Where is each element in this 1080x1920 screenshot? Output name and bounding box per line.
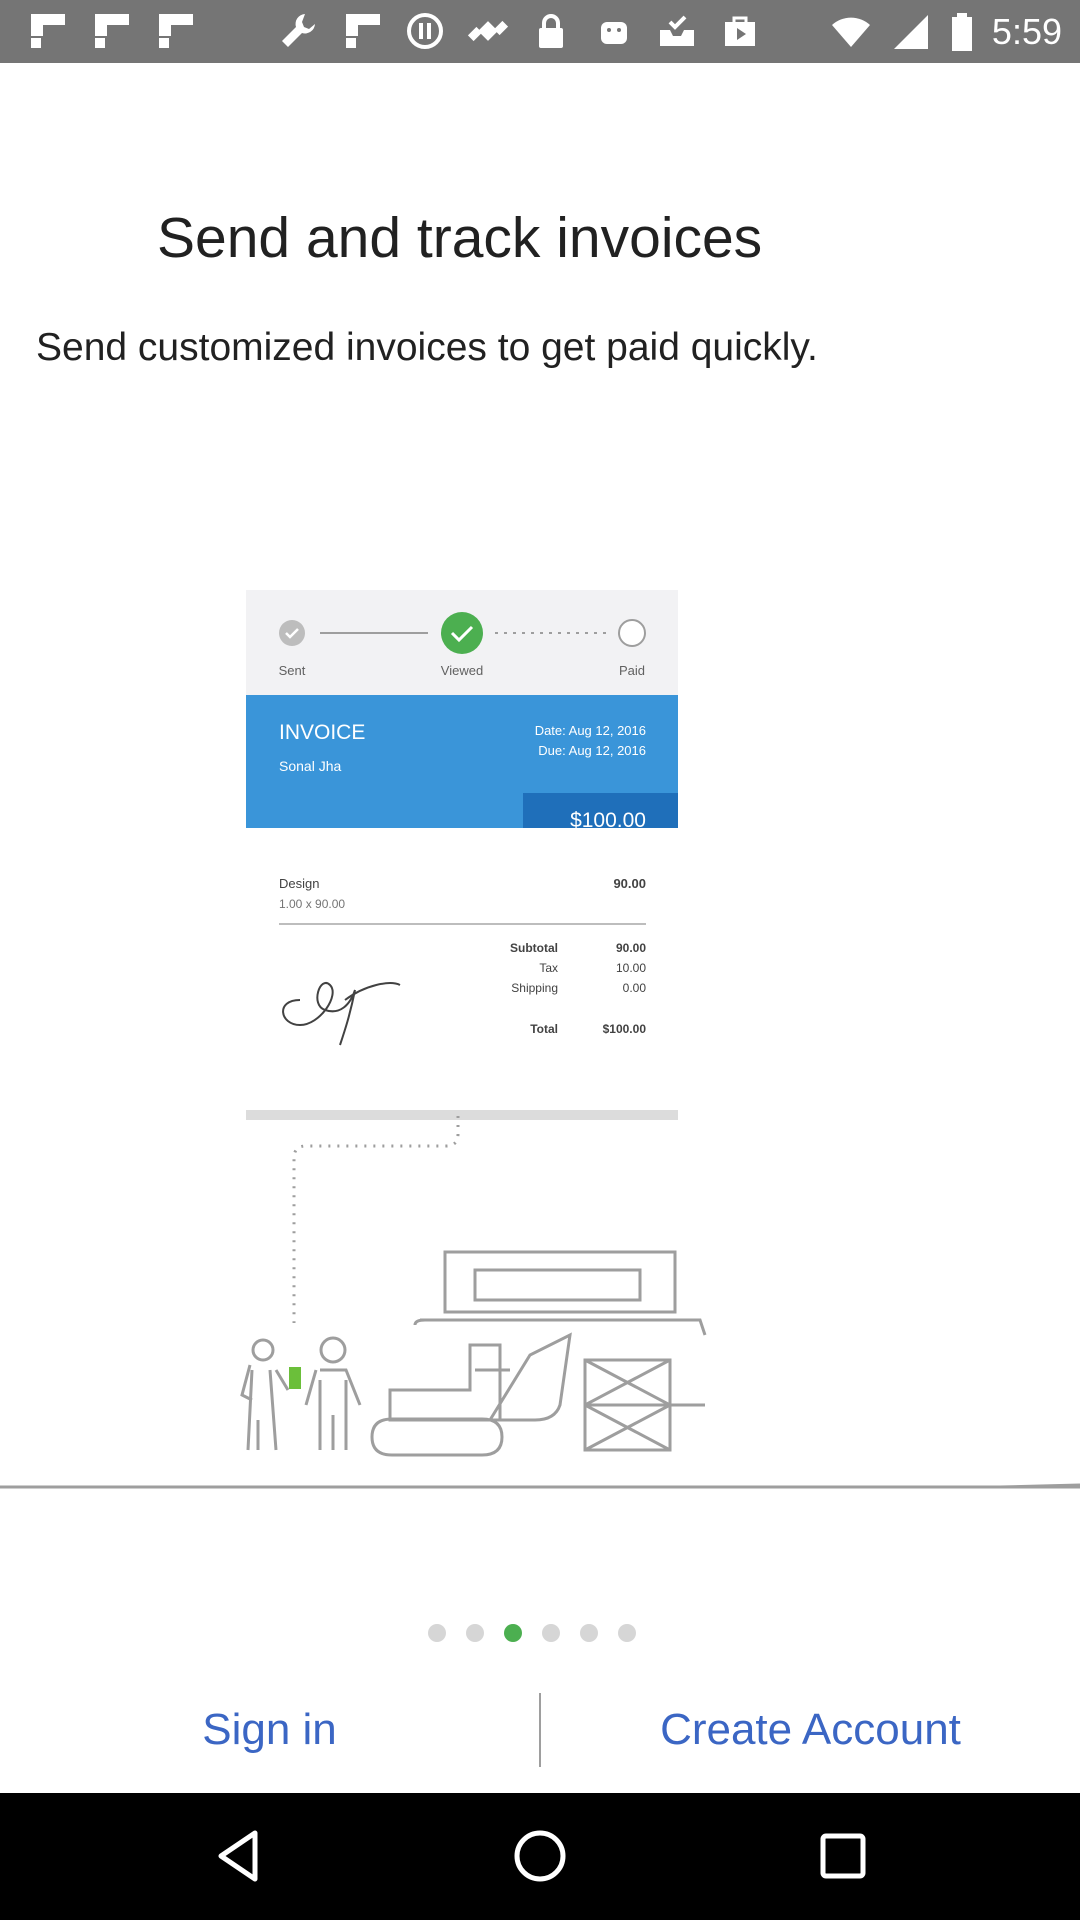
back-icon[interactable]	[205, 1823, 271, 1889]
create-account-button[interactable]: Create Account	[541, 1680, 1080, 1780]
lock-icon	[530, 10, 572, 52]
item-detail: 1.00 x 90.00	[279, 897, 345, 911]
page-dot	[617, 1624, 636, 1642]
page-dot	[427, 1624, 446, 1642]
satellite-fake-gps-icon	[467, 10, 509, 52]
total-value: $100.00	[603, 1022, 647, 1036]
invoice-due: Due: Aug 12, 2016	[538, 743, 646, 758]
wifi-icon	[830, 11, 872, 53]
flipboard-icon	[91, 10, 133, 52]
flipboard-icon	[27, 10, 69, 52]
machine-icon	[370, 1250, 707, 1457]
page-dot	[579, 1624, 598, 1642]
page-dot	[541, 1624, 560, 1642]
page-title: Send and track invoices	[157, 206, 763, 270]
wrench-icon	[277, 10, 319, 52]
sign-in-button[interactable]: Sign in	[0, 1680, 539, 1780]
flipboard-icon	[155, 10, 197, 52]
recents-icon[interactable]	[810, 1823, 876, 1889]
total-label: Total	[530, 1022, 558, 1036]
status-time: 5:59	[991, 10, 1062, 52]
item-name: Design	[279, 876, 319, 891]
page-subtitle: Send customized invoices to get paid qui…	[36, 326, 818, 369]
step-paid-icon	[618, 619, 646, 647]
inbox-check-icon	[656, 10, 698, 52]
auth-actions: Sign in Create Account	[0, 1680, 1080, 1780]
shipping-label: Shipping	[511, 981, 558, 995]
battery-icon	[950, 11, 974, 53]
invoice-customer: Sonal Jha	[279, 758, 341, 774]
play-store-icon	[719, 10, 761, 52]
android-icon	[593, 10, 635, 52]
item-amount: 90.00	[613, 876, 646, 891]
home-icon[interactable]	[507, 1823, 573, 1889]
shipping-value: 0.00	[623, 981, 647, 995]
step-sent-icon	[279, 620, 305, 646]
circle-pause-icon	[404, 10, 446, 52]
tax-value: 10.00	[616, 961, 646, 975]
subtotal-label: Subtotal	[510, 941, 558, 955]
subtotal-value: 90.00	[616, 941, 646, 955]
signal-icon	[890, 11, 932, 53]
flipboard-icon	[342, 10, 384, 52]
invoice-illustration: Sent Viewed Paid INVOICE Sonal Jha Date:…	[0, 590, 1080, 1489]
step-paid-label: Paid	[619, 663, 645, 678]
step-viewed-icon	[441, 612, 483, 654]
people-icon	[240, 1336, 362, 1451]
tax-label: Tax	[539, 961, 558, 975]
step-viewed-label: Viewed	[441, 663, 483, 678]
page-dot-active	[503, 1624, 522, 1642]
invoice-heading: INVOICE	[279, 721, 365, 744]
phone-icon	[289, 1367, 301, 1389]
navigation-bar	[0, 1793, 1080, 1920]
invoice-date: Date: Aug 12, 2016	[535, 723, 646, 738]
status-bar: 5:59	[0, 0, 1080, 63]
page-indicator	[0, 1624, 1080, 1644]
step-sent-label: Sent	[279, 663, 306, 678]
page-dot	[465, 1624, 484, 1642]
